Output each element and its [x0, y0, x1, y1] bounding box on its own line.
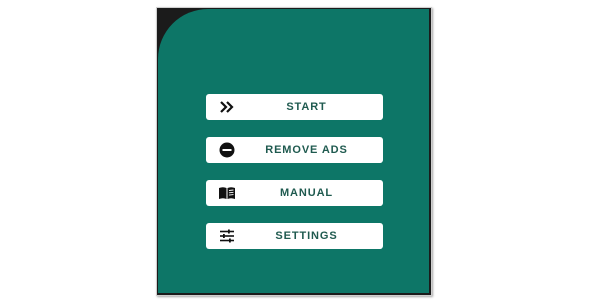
remove-circle-icon: [218, 141, 236, 159]
fast-forward-icon: [218, 98, 236, 116]
main-menu-screen: START REMOVE ADS MANUAL SETTINGS: [158, 9, 429, 293]
stage: START REMOVE ADS MANUAL SETTINGS: [0, 0, 600, 302]
sliders-icon: [218, 227, 236, 245]
main-menu: START REMOVE ADS MANUAL SETTINGS: [206, 94, 383, 266]
start-button[interactable]: START: [206, 94, 383, 120]
settings-button[interactable]: SETTINGS: [206, 223, 383, 249]
book-icon: [218, 184, 236, 202]
manual-button[interactable]: MANUAL: [206, 180, 383, 206]
app-window: START REMOVE ADS MANUAL SETTINGS: [156, 7, 432, 296]
remove-ads-button[interactable]: REMOVE ADS: [206, 137, 383, 163]
